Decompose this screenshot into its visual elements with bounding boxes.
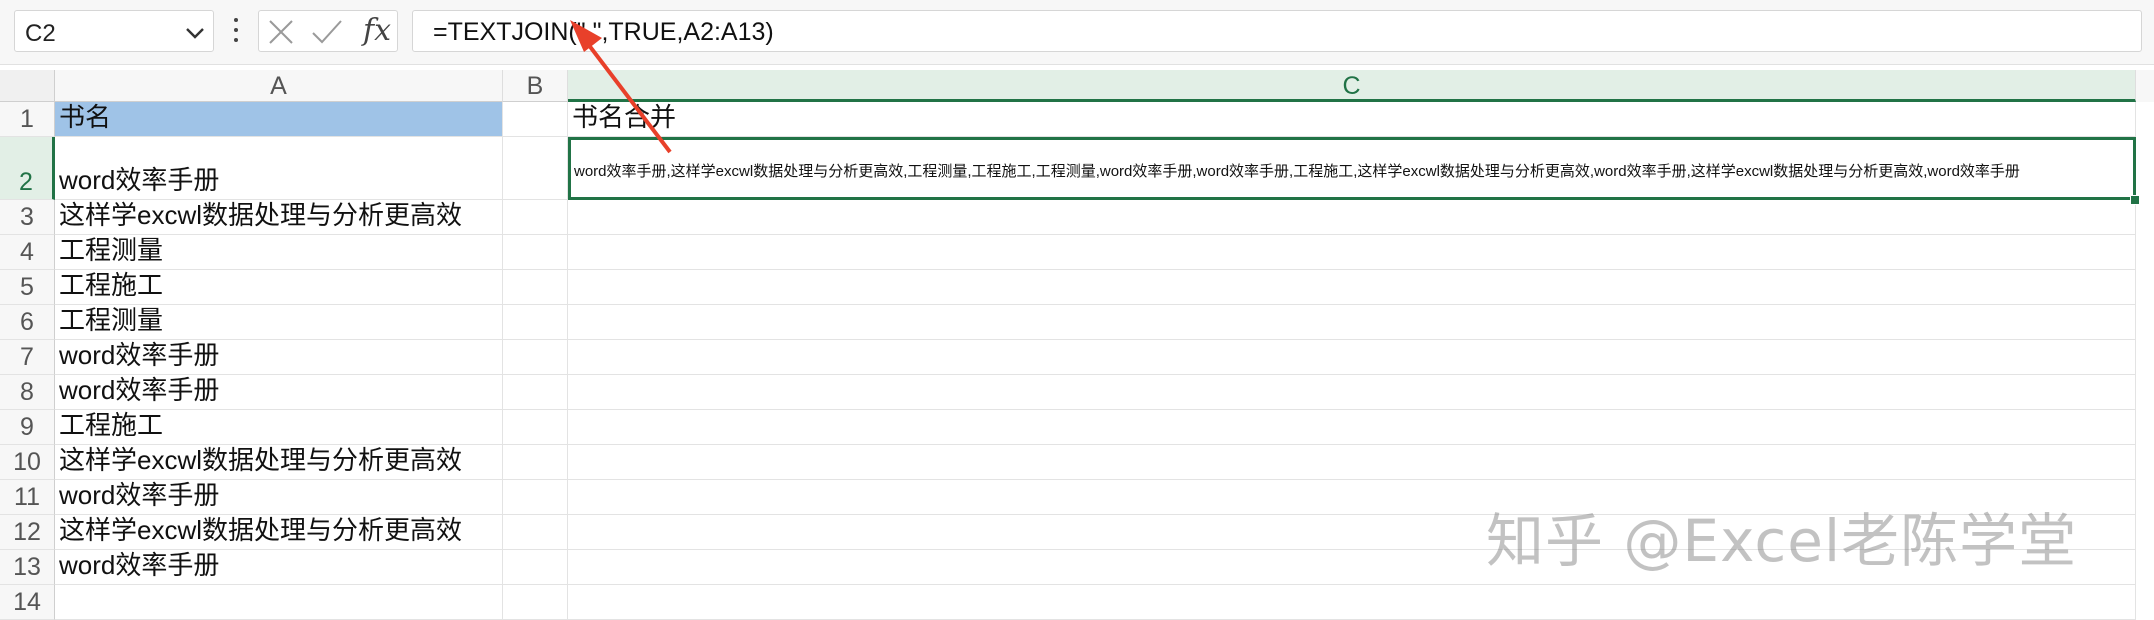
fx-icon[interactable]: fx bbox=[363, 13, 391, 48]
cancel-icon[interactable] bbox=[267, 18, 295, 46]
cell-b13[interactable] bbox=[503, 550, 568, 585]
row-header-6[interactable]: 6 bbox=[0, 305, 55, 340]
cell-b12[interactable] bbox=[503, 515, 568, 550]
row-header-5[interactable]: 5 bbox=[0, 270, 55, 305]
column-header-b[interactable]: B bbox=[503, 70, 568, 102]
row-header-3[interactable]: 3 bbox=[0, 200, 55, 235]
cell-c5[interactable] bbox=[568, 270, 2136, 305]
cell-b3[interactable] bbox=[503, 200, 568, 235]
more-options-icon[interactable] bbox=[230, 14, 242, 50]
row-header-11[interactable]: 11 bbox=[0, 480, 55, 515]
cell-c8[interactable] bbox=[568, 375, 2136, 410]
checkmark-icon[interactable] bbox=[311, 18, 343, 46]
chevron-down-icon[interactable] bbox=[183, 21, 207, 45]
column-header-a[interactable]: A bbox=[55, 70, 503, 102]
cell-c10[interactable] bbox=[568, 445, 2136, 480]
row-header-8[interactable]: 8 bbox=[0, 375, 55, 410]
select-all-corner[interactable] bbox=[0, 70, 55, 102]
cell-c7[interactable] bbox=[568, 340, 2136, 375]
cell-b2[interactable] bbox=[503, 137, 568, 200]
row-header-10[interactable]: 10 bbox=[0, 445, 55, 480]
row-header-2[interactable]: 2 bbox=[0, 137, 55, 200]
cell-c14[interactable] bbox=[568, 585, 2136, 620]
cell-c9[interactable] bbox=[568, 410, 2136, 445]
cell-a14[interactable] bbox=[55, 585, 503, 620]
name-box-value: C2 bbox=[25, 20, 56, 47]
cell-c4[interactable] bbox=[568, 235, 2136, 270]
cell-b9[interactable] bbox=[503, 410, 568, 445]
cell-b1[interactable] bbox=[503, 102, 568, 137]
cell-c2-value: word效率手册,这样学excwl数据处理与分析更高效,工程测量,工程施工,工程… bbox=[574, 163, 2020, 180]
cell-b4[interactable] bbox=[503, 235, 568, 270]
cell-a13[interactable]: word效率手册 bbox=[55, 550, 503, 585]
cell-c1[interactable]: 书名合并 bbox=[568, 102, 2136, 137]
row-header-7[interactable]: 7 bbox=[0, 340, 55, 375]
cell-b5[interactable] bbox=[503, 270, 568, 305]
name-box[interactable]: C2 bbox=[14, 10, 214, 52]
cell-b11[interactable] bbox=[503, 480, 568, 515]
cell-c6[interactable] bbox=[568, 305, 2136, 340]
row-header-4[interactable]: 4 bbox=[0, 235, 55, 270]
row-header-9[interactable]: 9 bbox=[0, 410, 55, 445]
cell-c3[interactable] bbox=[568, 200, 2136, 235]
fill-handle[interactable] bbox=[2130, 195, 2140, 205]
formula-buttons: fx bbox=[258, 10, 398, 52]
formula-bar: C2 fx =TEXTJOIN(",",TRUE,A2:A13) bbox=[0, 0, 2154, 65]
formula-text: =TEXTJOIN(",",TRUE,A2:A13) bbox=[433, 18, 774, 46]
watermark: 知乎 @Excel老陈学堂 bbox=[1486, 507, 2078, 575]
row-header-14[interactable]: 14 bbox=[0, 585, 55, 620]
row-header-12[interactable]: 12 bbox=[0, 515, 55, 550]
cell-b7[interactable] bbox=[503, 340, 568, 375]
cell-b6[interactable] bbox=[503, 305, 568, 340]
cell-a1[interactable]: 书名 bbox=[55, 102, 503, 137]
formula-input[interactable]: =TEXTJOIN(",",TRUE,A2:A13) bbox=[412, 10, 2142, 52]
cell-b10[interactable] bbox=[503, 445, 568, 480]
row-header-1[interactable]: 1 bbox=[0, 102, 55, 137]
cell-b8[interactable] bbox=[503, 375, 568, 410]
cell-a2[interactable]: word效率手册 bbox=[55, 137, 503, 200]
cell-b14[interactable] bbox=[503, 585, 568, 620]
row-header-13[interactable]: 13 bbox=[0, 550, 55, 585]
column-header-c[interactable]: C bbox=[568, 70, 2136, 102]
